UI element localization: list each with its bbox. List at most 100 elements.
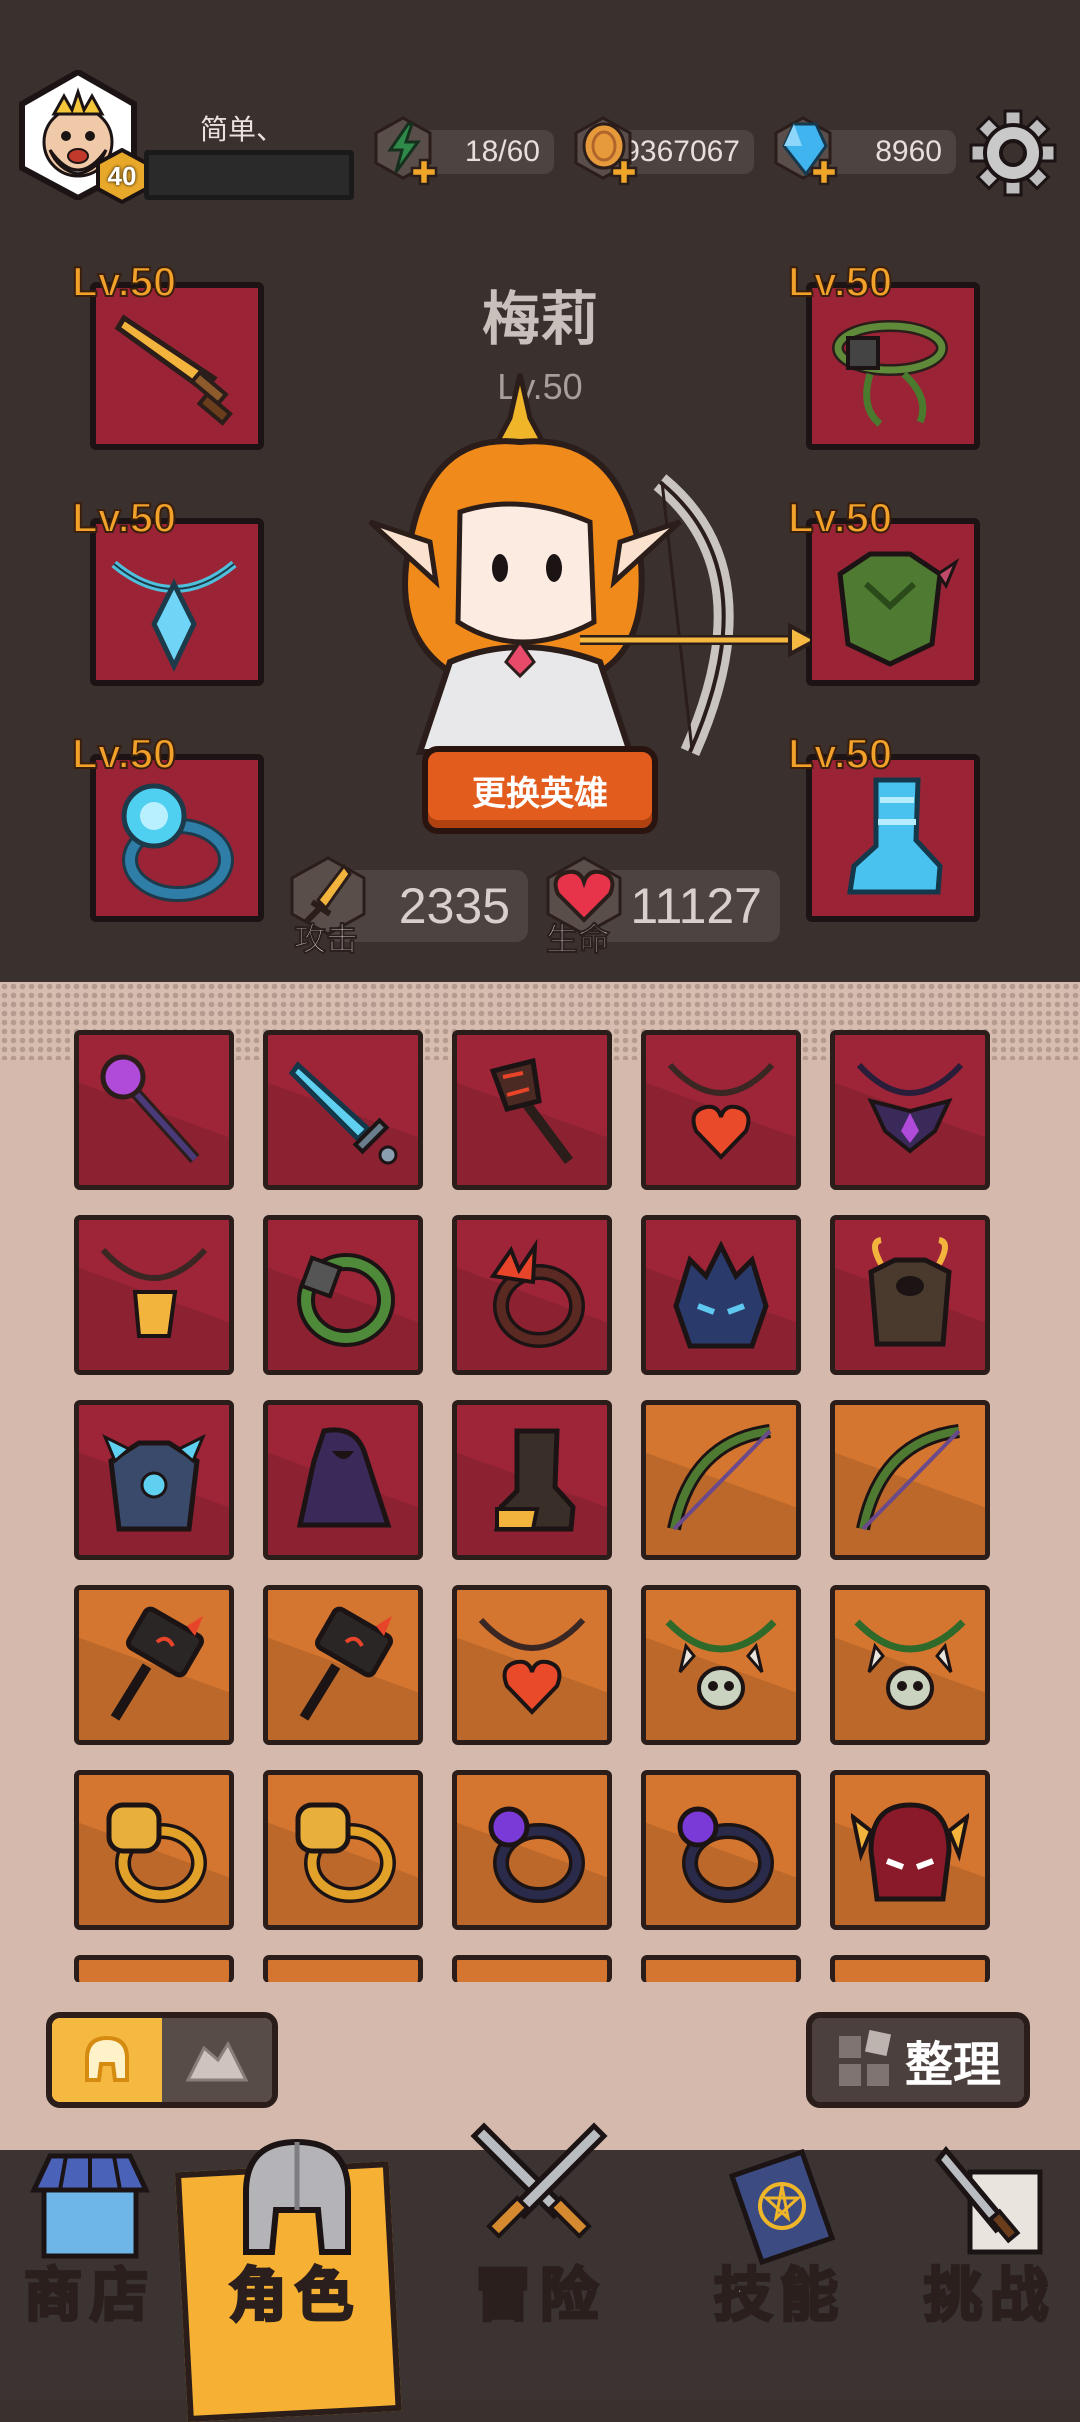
hp-label: 生命 — [545, 920, 611, 959]
inventory-item[interactable] — [830, 1030, 990, 1190]
skull-necklace-icon — [665, 1619, 777, 1710]
heart-amulet-icon — [478, 1617, 586, 1715]
inventory-item[interactable] — [452, 1770, 612, 1930]
sort-blocks-icon — [838, 2030, 892, 2086]
inventory-item[interactable] — [641, 1585, 801, 1745]
inventory-item-partial[interactable] — [452, 1955, 612, 1983]
gold-amulet-icon — [100, 1247, 208, 1338]
gem-value: 8960 — [875, 135, 942, 168]
sort-label: 整理 — [904, 2037, 1001, 2093]
flame-helm-icon — [851, 1802, 969, 1902]
nav-tab-character[interactable]: 角色 — [188, 2138, 402, 2400]
shop-stall-icon — [30, 2153, 150, 2259]
inventory-item[interactable] — [263, 1585, 423, 1745]
nav-label-shop: 商店 — [22, 2260, 156, 2331]
spirit-ring-icon — [121, 783, 234, 902]
settings-gear-icon[interactable] — [968, 108, 1058, 198]
vine-bow-icon — [856, 1424, 961, 1531]
inventory-item[interactable] — [641, 1770, 801, 1930]
nav-tab-adventure[interactable]: 冒险 — [420, 2122, 660, 2400]
inventory-item[interactable] — [452, 1400, 612, 1560]
nav-tab-challenge[interactable]: 挑战 — [900, 2146, 1080, 2400]
player-level-badge: 40 — [94, 147, 150, 205]
inventory-item[interactable] — [452, 1030, 612, 1190]
equip-level: Lv.50 — [71, 729, 177, 778]
equip-slot-ring[interactable]: Lv.50 — [71, 729, 264, 922]
fist-ring-icon — [295, 1802, 396, 1903]
iron-boot-icon — [494, 1428, 576, 1532]
nav-label-challenge: 挑战 — [922, 2260, 1056, 2331]
spiked-hammer-icon — [299, 1606, 394, 1721]
equip-level: Lv.50 — [71, 493, 177, 542]
coin-value: 9367067 — [623, 135, 740, 168]
change-hero-button[interactable]: 更换英雄 — [422, 746, 658, 834]
nav-tab-shop[interactable]: 商店 — [0, 2150, 180, 2400]
inventory-item[interactable] — [263, 1400, 423, 1560]
inventory-item-partial[interactable] — [74, 1955, 234, 1983]
nav-label-adventure: 冒险 — [472, 2260, 606, 2331]
inventory-item-partial[interactable] — [830, 1955, 990, 1983]
equip-slot-armor[interactable]: Lv.50 — [787, 493, 980, 686]
ice-sword-icon — [288, 1061, 398, 1165]
inventory-item[interactable] — [452, 1215, 612, 1375]
heart-amulet-icon — [667, 1062, 775, 1160]
filter-materials[interactable] — [162, 2018, 272, 2102]
sort-button[interactable]: 整理 — [806, 2012, 1030, 2108]
nav-label-skills: 技能 — [712, 2260, 846, 2331]
inventory-item[interactable] — [263, 1030, 423, 1190]
add-energy-icon[interactable] — [410, 158, 438, 186]
add-coins-icon[interactable] — [610, 158, 638, 186]
filter-equipment[interactable] — [52, 2018, 162, 2102]
inventory-item[interactable] — [641, 1215, 801, 1375]
attack-label: 攻击 — [293, 920, 359, 959]
horned-armor-icon — [868, 1237, 952, 1347]
inventory-item[interactable] — [263, 1770, 423, 1930]
energy-value: 18/60 — [464, 135, 540, 168]
equip-slot-boots[interactable]: Lv.50 — [787, 729, 980, 922]
inventory-item[interactable] — [830, 1770, 990, 1930]
spiked-hammer-icon — [110, 1606, 205, 1721]
flame-ring-icon — [489, 1238, 585, 1348]
nav-tab-skills[interactable]: 技能 — [680, 2148, 880, 2400]
inventory-item[interactable] — [830, 1400, 990, 1560]
amethyst-ring-icon — [677, 1806, 774, 1903]
thorn-ring-icon — [297, 1253, 395, 1347]
inventory-filter-toggle[interactable] — [46, 2012, 278, 2108]
lava-staff-icon — [489, 1057, 574, 1164]
leaf-armor-icon — [837, 551, 960, 667]
add-gems-icon[interactable] — [810, 158, 838, 186]
inventory-item[interactable] — [830, 1585, 990, 1745]
inventory-item[interactable] — [263, 1215, 423, 1375]
inventory-item[interactable] — [74, 1770, 234, 1930]
inventory-item[interactable] — [74, 1215, 234, 1375]
hp-value: 11127 — [630, 878, 762, 934]
hero-name: 梅莉 — [481, 285, 598, 353]
vine-bow-icon — [667, 1424, 772, 1531]
inventory-item[interactable] — [74, 1030, 234, 1190]
inventory-item[interactable] — [74, 1400, 234, 1560]
crystal-armor-icon — [102, 1433, 206, 1532]
bat-amulet-icon — [856, 1062, 964, 1154]
inventory-item[interactable] — [830, 1215, 990, 1375]
sword-scroll-icon — [934, 2146, 1043, 2255]
ice-boots-icon — [847, 777, 943, 895]
inventory-item[interactable] — [74, 1585, 234, 1745]
equip-slot-necklace[interactable]: Lv.50 — [71, 493, 264, 686]
crossed-swords-icon — [470, 2122, 608, 2239]
crystal-necklace-icon — [111, 560, 237, 672]
inventory-item-partial[interactable] — [263, 1955, 423, 1983]
demon-helm-icon — [673, 1240, 769, 1349]
elf-archer-hero[interactable] — [350, 372, 810, 802]
orb-staff-icon — [100, 1054, 200, 1164]
inventory-item[interactable] — [641, 1400, 801, 1560]
shadow-cloak-icon — [296, 1427, 392, 1528]
amethyst-ring-icon — [488, 1806, 585, 1903]
inventory-item[interactable] — [641, 1030, 801, 1190]
nav-label-character: 角色 — [227, 2260, 361, 2331]
inventory-item[interactable] — [452, 1585, 612, 1745]
helmet-filter-icon — [85, 2035, 129, 2082]
player-name: 简单、 — [200, 113, 285, 146]
player-level: 40 — [107, 160, 137, 191]
skull-necklace-icon — [854, 1619, 966, 1710]
inventory-item-partial[interactable] — [641, 1955, 801, 1983]
